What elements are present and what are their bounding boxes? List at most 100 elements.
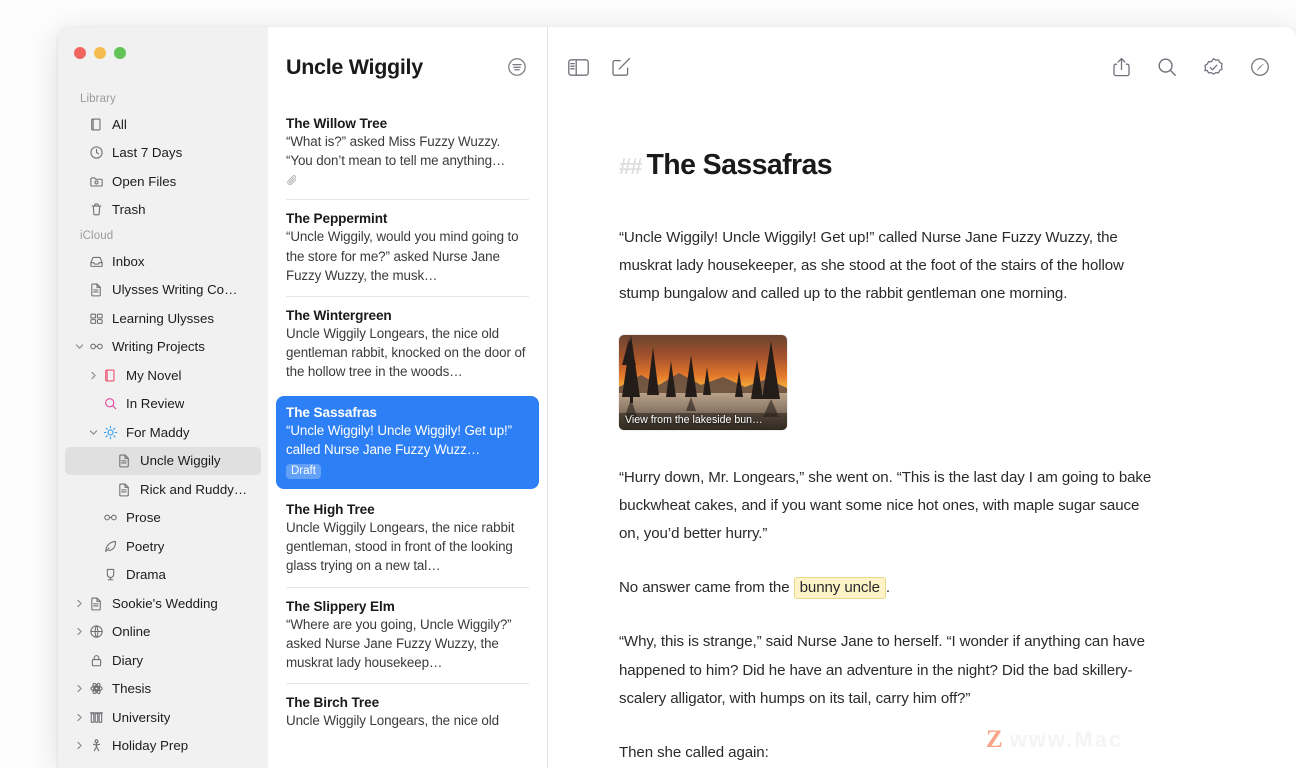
sidebar-item-label: Drama: [126, 567, 166, 583]
sidebar-item-university[interactable]: University: [65, 703, 261, 732]
sheet-snippet: “What is?” asked Miss Fuzzy Wuzzy. “You …: [286, 134, 506, 169]
sidebar-item-for-maddy[interactable]: For Maddy: [65, 418, 261, 447]
check-badge-icon[interactable]: [1203, 57, 1224, 78]
sheet-title: The High Tree: [286, 502, 375, 518]
editor-pane: ## The Sassafras “Uncle Wiggily! Uncle Wi…: [548, 27, 1296, 768]
sheet-title: The Wintergreen: [286, 308, 392, 324]
sidebar-item-learning-ulysses[interactable]: Learning Ulysses: [65, 304, 261, 333]
share-icon[interactable]: [1112, 57, 1131, 77]
embedded-image-card[interactable]: View from the lakeside bun…: [619, 334, 787, 430]
sidebar-item-inbox[interactable]: Inbox: [65, 247, 261, 276]
sidebar-item-label: Open Files: [112, 173, 177, 189]
sidebar-item-online[interactable]: Online: [65, 618, 261, 647]
clock-icon: [86, 145, 106, 160]
chevron-right-icon[interactable]: [73, 599, 86, 608]
sidebar-item-rick-and-ruddy[interactable]: Rick and Ruddy…: [65, 475, 261, 504]
sidebar-item-label: In Review: [126, 396, 185, 412]
sheet-list-item[interactable]: The Birch Tree Uncle Wiggily Longears, th…: [276, 683, 539, 740]
sidebar-item-diary[interactable]: Diary: [65, 646, 261, 675]
sheet-title: The Slippery Elm: [286, 598, 395, 614]
glasses-icon: [86, 339, 106, 354]
sidebar-group-label: iCloud: [80, 230, 114, 242]
sheet-snippet: “Uncle Wiggily! Uncle Wiggily! Get up!” …: [286, 422, 513, 457]
document-title[interactable]: ## The Sassafras: [619, 149, 1179, 182]
document-title-text: The Sassafras: [646, 149, 832, 181]
sheet-list-item[interactable]: The Wintergreen Uncle Wiggily Longears, t…: [276, 296, 539, 392]
attachment-icon: [286, 174, 529, 188]
sidebar-item-in-review[interactable]: In Review: [65, 390, 261, 419]
document-icon: [86, 282, 106, 297]
compose-icon[interactable]: [611, 57, 631, 77]
zoom-button[interactable]: [114, 47, 126, 59]
sheet-title: The Sassafras: [286, 404, 377, 420]
sidebar-item-poetry[interactable]: Poetry: [65, 532, 261, 561]
sidebar-item-prose[interactable]: Prose: [65, 504, 261, 533]
inbox-icon: [86, 254, 106, 269]
document-icon: [114, 482, 134, 497]
sidebar-item-drama[interactable]: Drama: [65, 561, 261, 590]
toggle-sidebar-icon[interactable]: [568, 58, 589, 76]
text-highlight-annotation[interactable]: bunny uncle: [793, 577, 886, 600]
sheet-title: The Willow Tree: [286, 116, 388, 131]
document-body[interactable]: ## The Sassafras “Uncle Wiggily! Uncle Wi…: [548, 107, 1296, 767]
sidebar-item-all[interactable]: All: [65, 110, 261, 139]
lock-icon: [86, 653, 106, 668]
sidebar-item-label: Thesis: [112, 681, 152, 697]
sheet-list-item[interactable]: The Peppermint “Uncle Wiggily, would you …: [276, 199, 539, 295]
sidebar-item-thesis[interactable]: Thesis: [65, 675, 261, 704]
sidebar-item-last-7-days[interactable]: Last 7 Days: [65, 139, 261, 168]
chevron-right-icon[interactable]: [73, 741, 86, 750]
books-icon: [86, 117, 106, 132]
sheet-list-item[interactable]: The Sassafras “Uncle Wiggily! Uncle Wiggi…: [276, 395, 539, 490]
ulysses-app-window: Library All Last 7 Days Open Files Trash iClo…: [58, 27, 1296, 768]
info-circle-icon[interactable]: [1250, 57, 1270, 77]
sidebar-item-label: Online: [112, 624, 151, 640]
minimize-button[interactable]: [94, 47, 106, 59]
sheet-list-item[interactable]: The Slippery Elm “Where are you going, Un…: [276, 586, 539, 683]
sidebar-item-open-files[interactable]: Open Files: [65, 167, 261, 196]
search-icon[interactable]: [1157, 57, 1177, 77]
sidebar-item-label: Inbox: [112, 253, 145, 269]
mask-icon: [100, 567, 120, 582]
sidebar-group-label: Library: [80, 93, 116, 105]
trash-icon: [86, 202, 106, 217]
sidebar-item-holiday-prep[interactable]: Holiday Prep: [65, 732, 261, 761]
sheet-title: The Birch Tree: [286, 695, 380, 711]
desktop-background: Library All Last 7 Days Open Files Trash iClo…: [0, 0, 1296, 768]
sidebar-item-uncle-wiggily[interactable]: Uncle Wiggily: [65, 446, 261, 475]
magnifier-pink-icon: [100, 396, 120, 411]
sidebar-item-my-novel[interactable]: My Novel: [65, 361, 261, 390]
library-sidebar: Library All Last 7 Days Open Files Trash iClo…: [58, 27, 268, 768]
red-book-icon: [100, 368, 120, 383]
window-traffic-lights: [58, 27, 268, 73]
chevron-right-icon[interactable]: [87, 371, 100, 380]
sidebar-item-label: University: [112, 709, 171, 725]
close-button[interactable]: [74, 47, 86, 59]
sidebar-item-label: Last 7 Days: [112, 145, 183, 161]
sidebar-item-ulysses-writing-co[interactable]: Ulysses Writing Co…: [65, 276, 261, 305]
sidebar-item-label: Learning Ulysses: [112, 310, 214, 326]
highlight-after-text: .: [885, 579, 891, 597]
chevron-down-icon[interactable]: [87, 428, 100, 437]
sidebar-item-label: Prose: [126, 510, 161, 526]
sidebar-item-trash[interactable]: Trash: [65, 196, 261, 225]
markdown-heading-marker: ##: [619, 154, 643, 179]
sidebar-item-sookie-s-wedding[interactable]: Sookie's Wedding: [65, 589, 261, 618]
sheet-title: The Peppermint: [286, 211, 388, 227]
sidebar-item-label: Writing Projects: [112, 339, 205, 355]
sidebar-item-label: Uncle Wiggily: [140, 453, 221, 469]
chevron-down-icon[interactable]: [73, 342, 86, 351]
sidebar-item-label: Rick and Ruddy…: [140, 481, 248, 497]
sheet-snippet: Uncle Wiggily Longears, the nice old gen…: [286, 326, 526, 380]
sun-blue-icon: [100, 425, 120, 440]
chevron-right-icon[interactable]: [73, 713, 86, 722]
sheet-list-item[interactable]: The Willow Tree “What is?” asked Miss Fuz…: [276, 107, 539, 198]
sidebar-item-writing-projects[interactable]: Writing Projects: [65, 333, 261, 362]
filter-circle-icon[interactable]: [507, 57, 527, 77]
document-icon: [114, 453, 134, 468]
sheet-list-item[interactable]: The High Tree Uncle Wiggily Longears, the…: [276, 493, 539, 586]
sheet-list-title: Uncle Wiggily: [286, 54, 423, 79]
chevron-right-icon[interactable]: [73, 684, 86, 693]
sidebar-item-label: Poetry: [126, 538, 165, 554]
chevron-right-icon[interactable]: [73, 627, 86, 636]
